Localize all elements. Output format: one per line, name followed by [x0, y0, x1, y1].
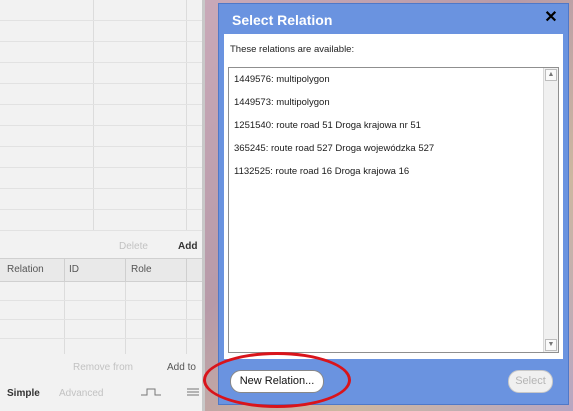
column-divider	[125, 259, 126, 281]
tags-table	[0, 0, 205, 231]
table-row[interactable]	[0, 21, 205, 42]
table-row[interactable]	[0, 210, 205, 231]
table-row[interactable]	[0, 282, 205, 301]
add-tag-button[interactable]: Add	[178, 241, 197, 252]
scroll-up-arrow-icon[interactable]: ▲	[545, 69, 557, 81]
column-header-role[interactable]: Role	[131, 264, 152, 275]
scroll-down-arrow-icon[interactable]: ▼	[545, 339, 557, 351]
route-icon[interactable]	[140, 387, 162, 397]
table-row[interactable]	[0, 105, 205, 126]
list-item[interactable]: 1449573: multipolygon	[234, 97, 330, 108]
table-row[interactable]	[0, 63, 205, 84]
dialog-content: These relations are available: 1449576: …	[224, 34, 563, 359]
close-icon[interactable]: ✕	[542, 9, 560, 27]
dialog-prompt: These relations are available:	[230, 44, 355, 55]
simple-mode-tab[interactable]: Simple	[7, 388, 40, 399]
add-to-relation-button[interactable]: Add to	[167, 362, 196, 373]
advanced-mode-tab[interactable]: Advanced	[59, 388, 103, 399]
relation-actions: Remove from Add to	[0, 357, 205, 379]
table-row[interactable]	[0, 320, 205, 339]
table-row[interactable]	[0, 147, 205, 168]
dialog-title: Select Relation	[232, 12, 333, 28]
relations-list[interactable]: 1449576: multipolygon 1449573: multipoly…	[228, 67, 559, 353]
relations-table	[0, 282, 205, 354]
select-relation-dialog: Select Relation ✕ These relations are av…	[218, 3, 569, 405]
tag-actions: Delete Add	[0, 236, 205, 258]
table-row[interactable]	[0, 301, 205, 320]
table-row[interactable]	[0, 189, 205, 210]
column-header-relation[interactable]: Relation	[7, 264, 44, 275]
table-row[interactable]	[0, 0, 205, 21]
column-divider	[64, 259, 65, 281]
list-scrollbar[interactable]: ▲ ▼	[543, 68, 558, 352]
table-row[interactable]	[0, 42, 205, 63]
list-item[interactable]: 1449576: multipolygon	[234, 74, 330, 85]
column-header-id[interactable]: ID	[69, 264, 79, 275]
table-row[interactable]	[0, 126, 205, 147]
table-row[interactable]	[0, 168, 205, 189]
list-item[interactable]: 1251540: route road 51 Droga krajowa nr …	[234, 120, 421, 131]
new-relation-button[interactable]: New Relation...	[230, 370, 324, 393]
menu-icon[interactable]	[186, 387, 200, 397]
remove-from-relation-button[interactable]: Remove from	[73, 362, 133, 373]
select-button[interactable]: Select	[508, 370, 553, 393]
delete-tag-button[interactable]: Delete	[119, 241, 148, 252]
editor-mode-bar: Simple Advanced	[0, 384, 205, 404]
relations-table-header: Relation ID Role	[0, 258, 205, 282]
tag-editor-panel: Delete Add Relation ID Role Remove from …	[0, 0, 205, 411]
table-row[interactable]	[0, 84, 205, 105]
list-item[interactable]: 1132525: route road 16 Droga krajowa 16	[234, 166, 409, 177]
list-item[interactable]: 365245: route road 527 Droga wojewódzka …	[234, 143, 434, 154]
column-divider	[186, 259, 187, 281]
